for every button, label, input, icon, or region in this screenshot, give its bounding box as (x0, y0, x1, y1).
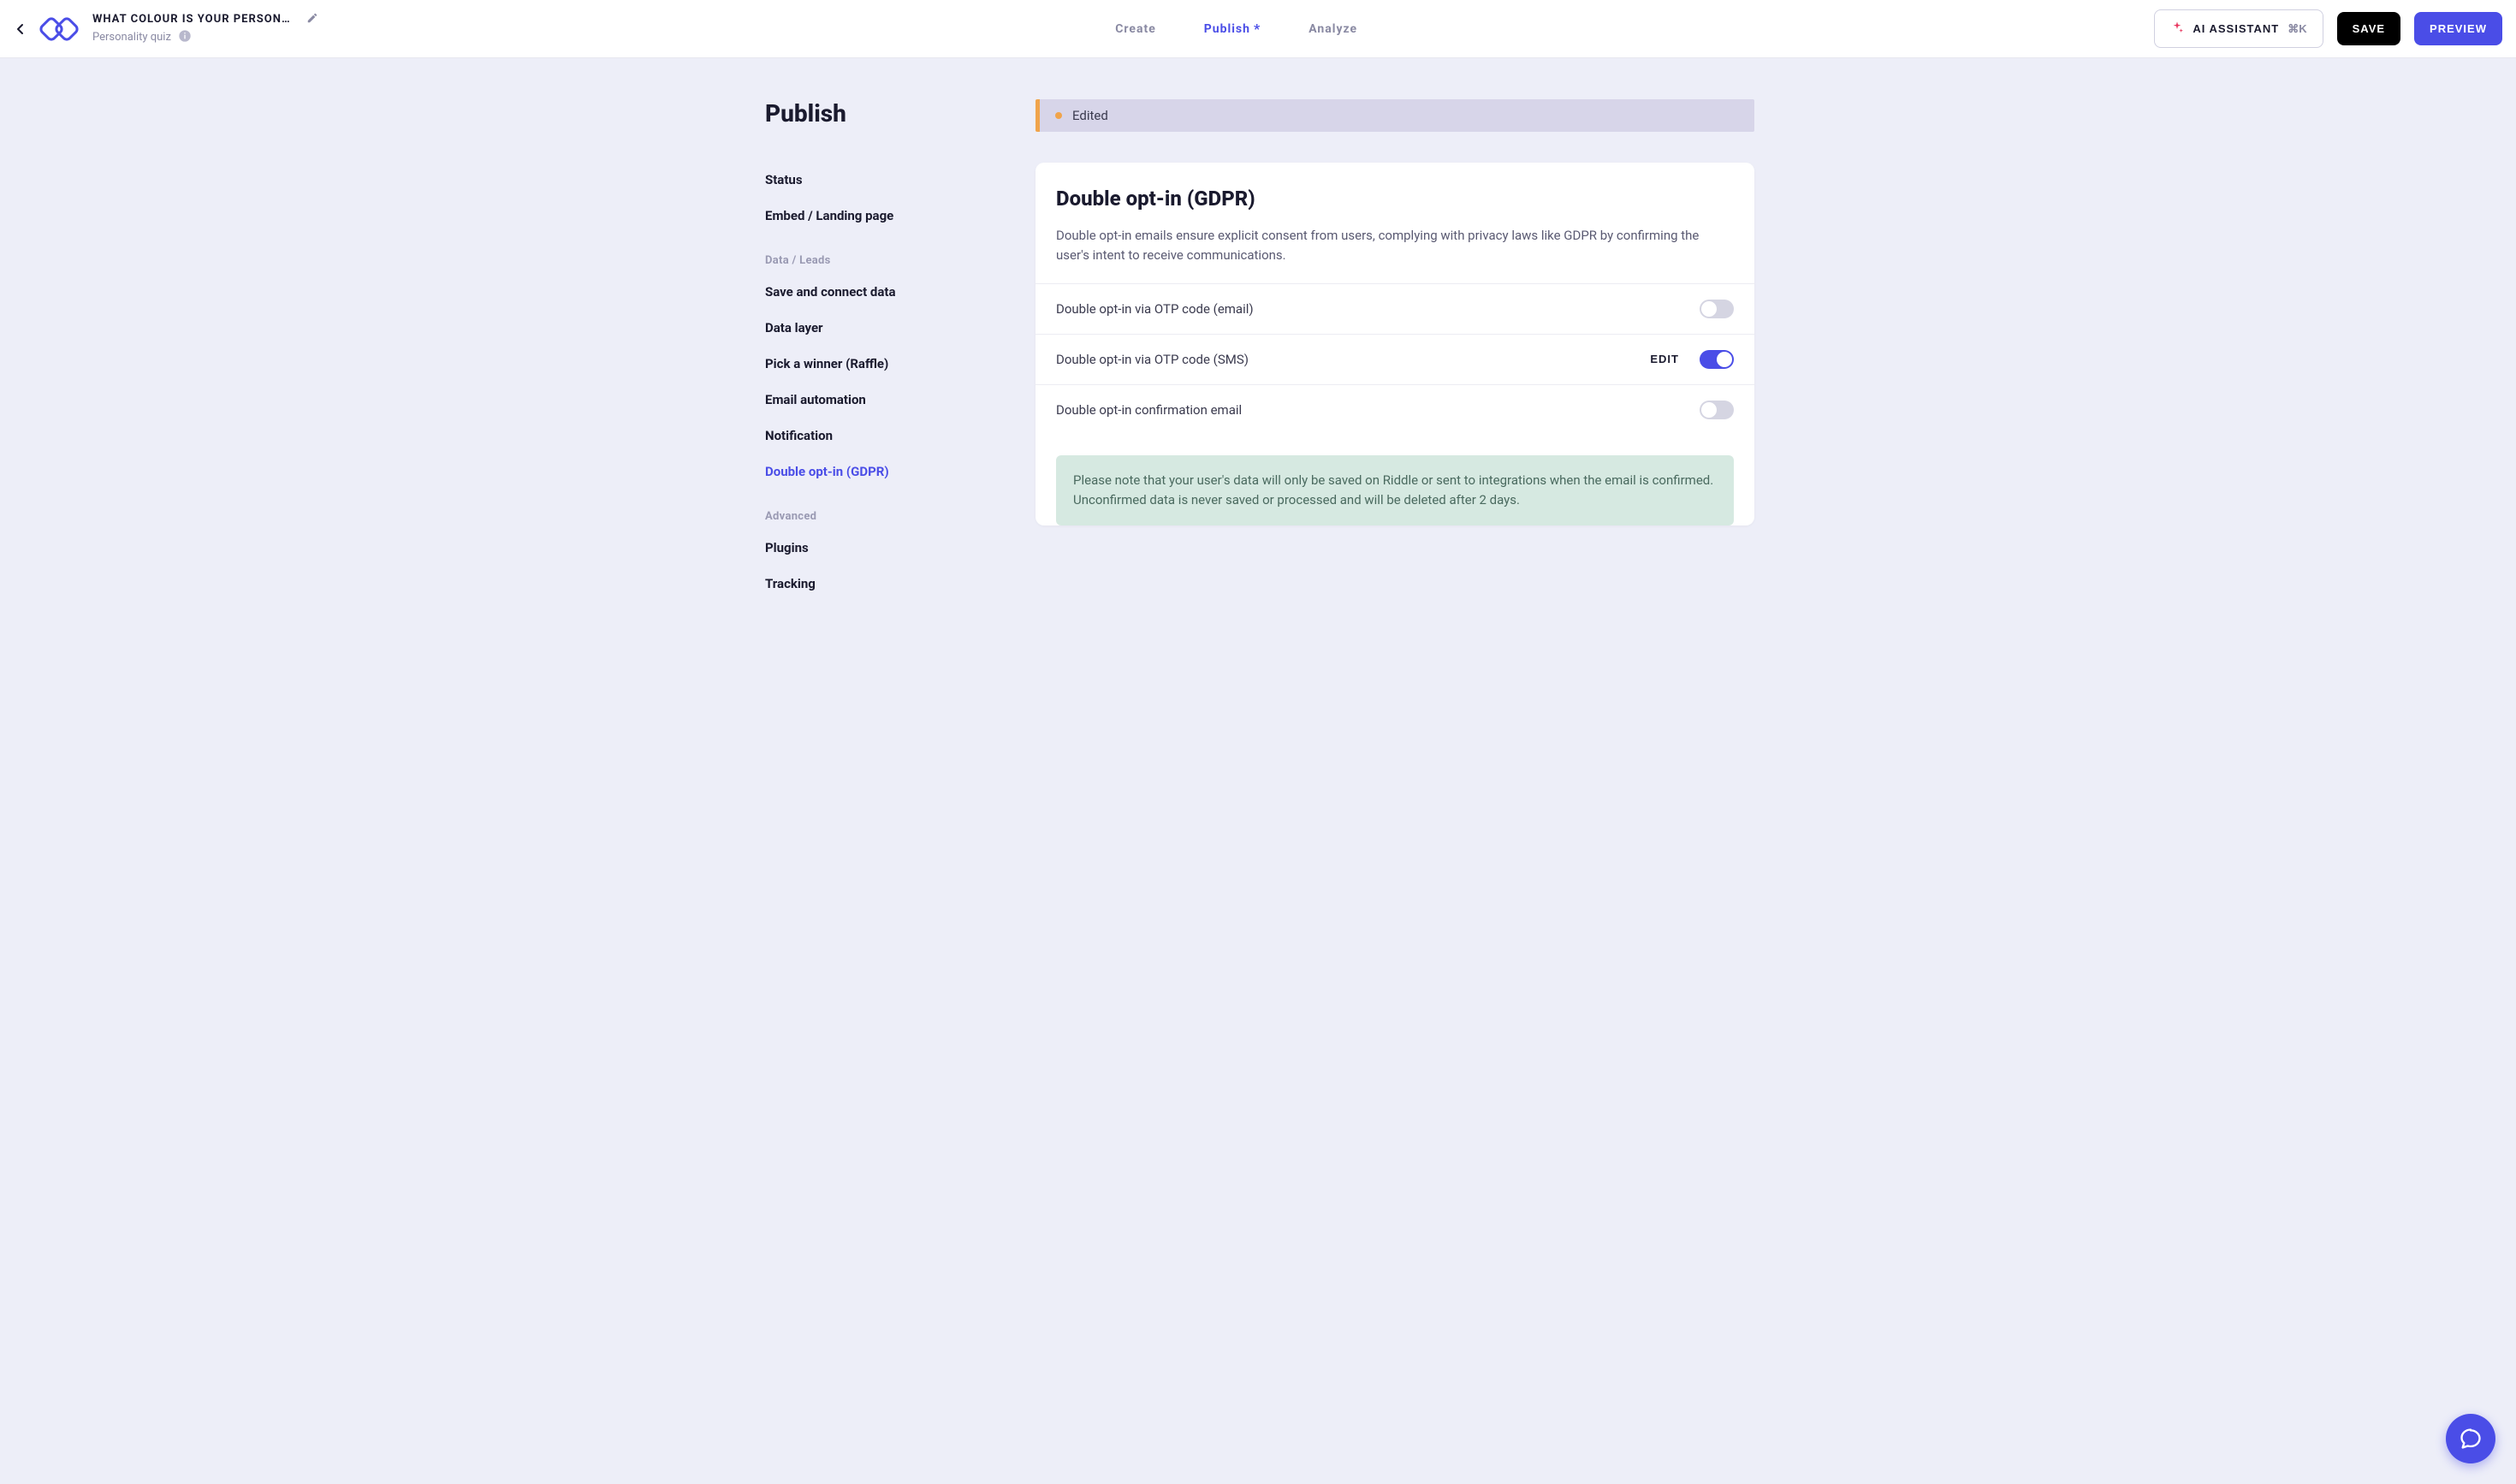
title-block: WHAT COLOUR IS YOUR PERSONA… Personality… (92, 12, 318, 46)
edit-otp-sms-button[interactable]: EDIT (1650, 353, 1679, 365)
sidebar-group-advanced: Advanced (765, 490, 1015, 530)
status-dot-icon (1055, 112, 1062, 119)
ai-shortcut: ⌘K (2288, 22, 2306, 36)
tab-publish-label: Publish (1204, 22, 1250, 36)
content-area: Edited Double opt-in (GDPR) Double opt-i… (1035, 99, 1754, 602)
info-icon[interactable] (178, 29, 192, 46)
card-header: Double opt-in (GDPR) Double opt-in email… (1035, 163, 1754, 283)
back-chevron-icon[interactable] (14, 22, 27, 36)
sidebar-item-embed[interactable]: Embed / Landing page (765, 198, 1015, 234)
page-title: Publish (765, 99, 1015, 128)
project-title: WHAT COLOUR IS YOUR PERSONA… (92, 13, 298, 26)
row-otp-email: Double opt-in via OTP code (email) (1035, 283, 1754, 334)
preview-button[interactable]: PREVIEW (2414, 12, 2502, 45)
tab-analyze[interactable]: Analyze (1308, 22, 1357, 36)
app-header: WHAT COLOUR IS YOUR PERSONA… Personality… (0, 0, 2516, 58)
card-description: Double opt-in emails ensure explicit con… (1056, 226, 1734, 266)
sidebar-item-plugins[interactable]: Plugins (765, 530, 1015, 566)
project-type: Personality quiz (92, 31, 171, 44)
chat-icon (2459, 1427, 2483, 1451)
tab-publish[interactable]: Publish * (1204, 22, 1261, 36)
sidebar-item-save-connect[interactable]: Save and connect data (765, 274, 1015, 310)
chat-fab-button[interactable] (2446, 1414, 2495, 1463)
sidebar-item-data-layer[interactable]: Data layer (765, 310, 1015, 346)
status-banner: Edited (1035, 99, 1754, 132)
row-confirmation-email-label: Double opt-in confirmation email (1056, 402, 1242, 418)
double-opt-in-card: Double opt-in (GDPR) Double opt-in email… (1035, 163, 1754, 525)
tab-create[interactable]: Create (1115, 22, 1156, 36)
toggle-otp-email[interactable] (1700, 300, 1734, 318)
sidebar-item-raffle[interactable]: Pick a winner (Raffle) (765, 346, 1015, 382)
main-content: Publish Status Embed / Landing page Data… (762, 58, 1754, 670)
app-logo[interactable] (38, 12, 82, 46)
sidebar-item-status[interactable]: Status (765, 162, 1015, 198)
sidebar-item-notification[interactable]: Notification (765, 418, 1015, 454)
ai-assistant-button[interactable]: AI ASSISTANT ⌘K (2154, 9, 2323, 48)
status-text: Edited (1072, 108, 1108, 123)
sidebar-item-email-automation[interactable]: Email automation (765, 382, 1015, 418)
sidebar: Publish Status Embed / Landing page Data… (762, 99, 1015, 602)
sparkle-icon (2170, 21, 2184, 37)
row-otp-email-label: Double opt-in via OTP code (email) (1056, 301, 1254, 317)
dirty-indicator-icon: * (1254, 22, 1261, 36)
header-left: WHAT COLOUR IS YOUR PERSONA… Personality… (14, 12, 318, 46)
sidebar-item-tracking[interactable]: Tracking (765, 566, 1015, 602)
row-otp-sms: Double opt-in via OTP code (SMS) EDIT (1035, 334, 1754, 384)
sidebar-group-data-leads: Data / Leads (765, 234, 1015, 274)
row-confirmation-email: Double opt-in confirmation email (1035, 384, 1754, 435)
note-box: Please note that your user's data will o… (1056, 455, 1734, 526)
toggle-confirmation-email[interactable] (1700, 401, 1734, 419)
toggle-otp-sms[interactable] (1700, 350, 1734, 369)
header-actions: AI ASSISTANT ⌘K SAVE PREVIEW (2154, 9, 2502, 48)
card-title: Double opt-in (GDPR) (1056, 187, 1734, 211)
edit-title-icon[interactable] (306, 12, 318, 27)
sidebar-item-double-opt-in[interactable]: Double opt-in (GDPR) (765, 454, 1015, 490)
header-nav: Create Publish * Analyze (318, 22, 2154, 36)
note-text: Please note that your user's data will o… (1073, 471, 1717, 511)
save-button[interactable]: SAVE (2337, 12, 2400, 45)
row-otp-sms-label: Double opt-in via OTP code (SMS) (1056, 352, 1249, 367)
ai-assistant-label: AI ASSISTANT (2193, 22, 2279, 35)
